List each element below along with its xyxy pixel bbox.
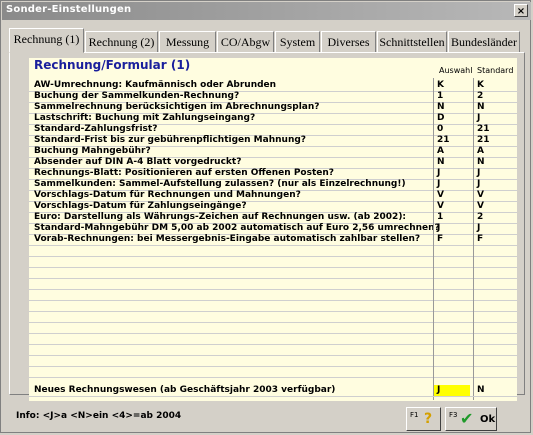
- column-divider: [473, 78, 474, 400]
- setting-value-input[interactable]: 21: [434, 135, 470, 146]
- setting-label: Vorschlags-Datum für Zahlungseingänge?: [34, 201, 247, 211]
- settings-window: Sonder-Einstellungen × Rechnung (1) Rech…: [0, 0, 531, 433]
- setting-default-value: J: [477, 179, 481, 189]
- column-header-standard: Standard: [477, 66, 514, 75]
- tab-system[interactable]: System: [275, 31, 320, 52]
- ok-button[interactable]: F3 ✔ Ok: [445, 407, 497, 431]
- setting-label: Buchung der Sammelkunden-Rechnung?: [34, 91, 240, 101]
- tab-rechnung-2[interactable]: Rechnung (2): [85, 31, 158, 52]
- setting-label: Standard-Zahlungsfrist?: [34, 124, 158, 134]
- setting-value-input[interactable]: J: [434, 168, 470, 179]
- setting-default-value: 21: [477, 124, 490, 134]
- setting-label: Absender auf DIN A-4 Blatt vorgedruckt?: [34, 157, 242, 167]
- setting-label: Vorab-Rechnungen: bei Messergebnis-Einga…: [34, 234, 421, 244]
- window-title: Sonder-Einstellungen: [6, 4, 132, 15]
- setting-default-value: A: [477, 146, 484, 156]
- setting-label: Euro: Darstellung als Währungs-Zeichen a…: [34, 212, 407, 222]
- ok-label: Ok: [480, 414, 496, 425]
- setting-value-input[interactable]: 1: [434, 212, 470, 223]
- setting-default-value: J: [477, 168, 481, 178]
- setting-value-input[interactable]: K: [434, 80, 470, 91]
- setting-label: Rechnungs-Blatt: Positionieren auf erste…: [34, 168, 335, 178]
- setting-value-input[interactable]: J: [434, 385, 470, 396]
- setting-default-value: 2: [477, 212, 484, 222]
- setting-value-input[interactable]: N: [434, 157, 470, 168]
- setting-default-value: 2: [477, 91, 484, 101]
- setting-default-value: J: [477, 223, 481, 233]
- tab-messung[interactable]: Messung: [159, 31, 216, 52]
- help-icon: ?: [424, 411, 433, 427]
- setting-value-input[interactable]: F: [434, 234, 470, 245]
- setting-value-input[interactable]: V: [434, 201, 470, 212]
- setting-value-input[interactable]: J: [434, 179, 470, 190]
- setting-default-value: N: [477, 385, 485, 395]
- setting-label: Buchung Mahngebühr?: [34, 146, 151, 156]
- setting-label: Sammelkunden: Sammel-Aufstellung zulasse…: [34, 179, 406, 189]
- setting-default-value: V: [477, 201, 484, 211]
- close-button[interactable]: ×: [514, 4, 528, 17]
- setting-value-input[interactable]: N: [434, 102, 470, 113]
- column-header-auswahl: Auswahl: [439, 66, 473, 75]
- tab-diverses[interactable]: Diverses: [321, 31, 376, 52]
- setting-default-value: N: [477, 102, 485, 112]
- setting-default-value: J: [477, 113, 481, 123]
- setting-default-value: F: [477, 234, 484, 244]
- setting-label: Sammelrechnung berücksichtigen im Abrech…: [34, 102, 320, 112]
- title-bar[interactable]: Sonder-Einstellungen ×: [2, 2, 531, 20]
- setting-label: Neues Rechnungswesen (ab Geschäftsjahr 2…: [34, 385, 336, 395]
- setting-default-value: V: [477, 190, 484, 200]
- setting-value-input[interactable]: J: [434, 223, 470, 234]
- setting-value-input[interactable]: V: [434, 190, 470, 201]
- empty-row: [29, 366, 517, 378]
- settings-row-new-invoicing: Neues Rechnungswesen (ab Geschäftsjahr 2…: [29, 385, 517, 397]
- setting-label: Standard-Frist bis zur gebührenpflichtig…: [34, 135, 307, 145]
- setting-default-value: 21: [477, 135, 490, 145]
- setting-label: Standard-Mahngebühr DM 5,00 ab 2002 auto…: [34, 223, 440, 233]
- setting-value-input[interactable]: 0: [434, 124, 470, 135]
- panel-heading: Rechnung/Formular (1): [34, 58, 191, 72]
- help-button[interactable]: F1 ?: [406, 407, 441, 431]
- help-key-label: F1: [410, 411, 419, 419]
- setting-label: Vorschlags-Datum für Rechnungen und Mahn…: [34, 190, 301, 200]
- setting-label: AW-Umrechnung: Kaufmännisch oder Abrunde…: [34, 80, 277, 90]
- setting-value-input[interactable]: D: [434, 113, 470, 124]
- tab-rechnung-1[interactable]: Rechnung (1): [9, 28, 84, 53]
- column-divider: [433, 78, 434, 400]
- setting-value-input[interactable]: 1: [434, 91, 470, 102]
- info-text: Info: <J>a <N>ein <4>=ab 2004: [16, 411, 182, 421]
- check-icon: ✔: [460, 409, 474, 428]
- setting-default-value: K: [477, 80, 484, 90]
- tab-bundeslaender[interactable]: Bundesländer: [448, 31, 520, 52]
- setting-value-input[interactable]: A: [434, 146, 470, 157]
- ok-key-label: F3: [449, 411, 458, 419]
- setting-default-value: N: [477, 157, 485, 167]
- tab-schnittstellen[interactable]: Schnittstellen: [377, 31, 447, 52]
- setting-label: Lastschrift: Buchung mit Zahlungseingang…: [34, 113, 256, 123]
- tab-co-abgw[interactable]: CO/Abgw: [217, 31, 274, 52]
